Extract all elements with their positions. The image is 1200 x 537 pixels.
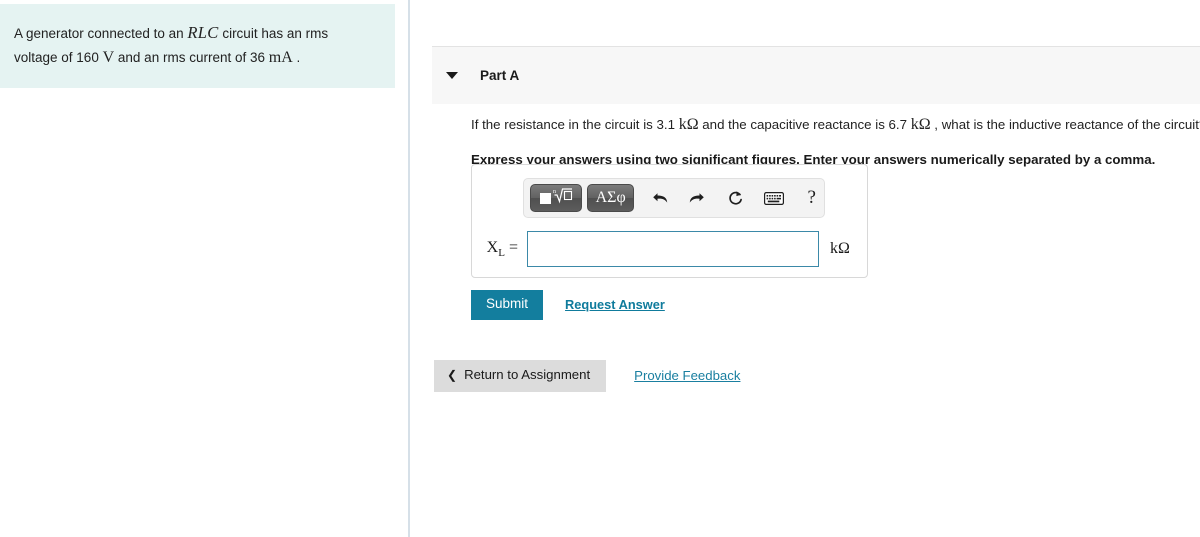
- help-icon[interactable]: ?: [799, 187, 824, 209]
- question-unit-1: kΩ: [678, 116, 699, 133]
- svg-text:n: n: [553, 189, 556, 195]
- triangle-down-icon[interactable]: [446, 72, 458, 79]
- footer-row: ❮ Return to Assignment Provide Feedback: [434, 360, 740, 392]
- reset-circle-icon[interactable]: [721, 190, 749, 207]
- part-header[interactable]: Part A: [432, 46, 1200, 104]
- answer-label: XL =: [472, 239, 527, 259]
- problem-text-part-3: and an rms current of: [114, 49, 250, 65]
- question-suffix: , what is the inductive reactance of the…: [930, 117, 1200, 132]
- template-square-glyph: [539, 192, 551, 204]
- voltage-value: 160: [76, 49, 99, 65]
- problem-text-end: .: [296, 49, 301, 65]
- problem-pane: A generator connected to an RLC circuit …: [0, 0, 395, 537]
- answer-pane: Part A If the resistance in the circuit …: [432, 0, 1200, 537]
- radical-glyph: n: [553, 186, 573, 208]
- part-title: Part A: [480, 68, 520, 83]
- answer-input[interactable]: [527, 231, 819, 267]
- question-mid: and the capacitive reactance is 6.7: [698, 117, 911, 132]
- answer-symbol: X: [486, 238, 499, 256]
- current-value: 36: [249, 49, 265, 65]
- greek-letters-button[interactable]: ΑΣφ: [587, 184, 635, 212]
- math-toolbar: n ΑΣφ ?: [523, 178, 825, 218]
- answer-subscript: L: [498, 247, 505, 260]
- answer-row: XL = kΩ: [472, 227, 869, 271]
- answer-unit: kΩ: [830, 240, 850, 257]
- keyboard-icon[interactable]: [759, 191, 789, 205]
- return-to-assignment-button[interactable]: ❮ Return to Assignment: [434, 360, 607, 392]
- undo-arrow-icon[interactable]: [646, 190, 674, 206]
- chevron-left-icon: ❮: [447, 368, 458, 383]
- question-text: If the resistance in the circuit is 3.1 …: [471, 113, 1200, 137]
- answer-equals: =: [504, 238, 518, 256]
- problem-text-part-1: A generator connected to an: [14, 26, 188, 41]
- return-to-assignment-label: Return to Assignment: [464, 367, 591, 382]
- submit-row: Submit Request Answer: [471, 290, 665, 320]
- pane-divider: [408, 0, 410, 537]
- rlc-math: RLC: [187, 23, 219, 42]
- voltage-unit: V: [102, 48, 115, 66]
- answer-box: n ΑΣφ ? XL = kΩ: [471, 164, 868, 278]
- provide-feedback-link[interactable]: Provide Feedback: [634, 368, 740, 383]
- problem-statement: A generator connected to an RLC circuit …: [0, 4, 395, 89]
- question-unit-2: kΩ: [910, 116, 931, 133]
- redo-arrow-icon[interactable]: [683, 190, 711, 206]
- request-answer-link[interactable]: Request Answer: [565, 297, 665, 312]
- template-radical-icon[interactable]: n: [530, 184, 583, 212]
- question-body: If the resistance in the circuit is 3.1 …: [471, 113, 1200, 170]
- current-unit: mA: [268, 48, 293, 66]
- submit-button[interactable]: Submit: [471, 290, 544, 320]
- question-prefix: If the resistance in the circuit is 3.1: [471, 117, 679, 132]
